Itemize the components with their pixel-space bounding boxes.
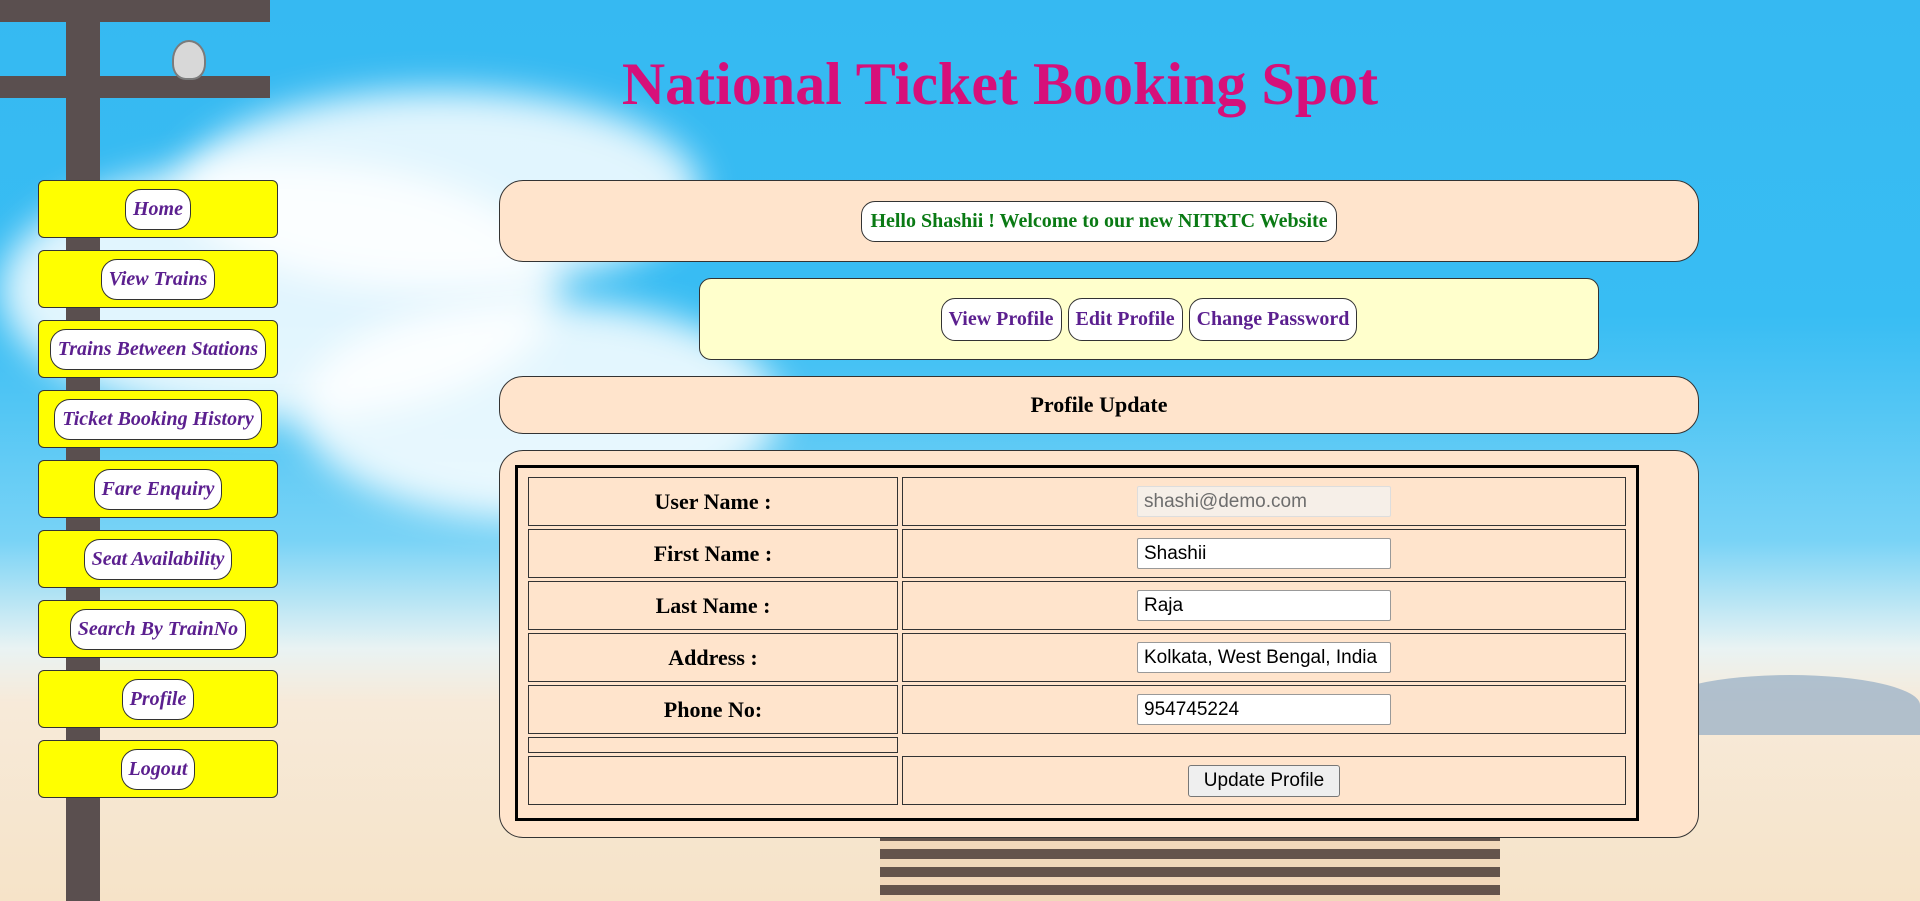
user-name-cell bbox=[902, 477, 1626, 526]
first-name-cell bbox=[902, 529, 1626, 578]
nav-link-view-trains[interactable]: View Trains bbox=[100, 258, 216, 300]
sidebar-nav: Home View Trains Trains Between Stations… bbox=[38, 180, 278, 810]
user-name-label: User Name : bbox=[528, 477, 898, 526]
section-heading: Profile Update bbox=[499, 376, 1699, 434]
profile-actions-panel: View Profile Edit Profile Change Passwor… bbox=[699, 278, 1599, 360]
site-title: National Ticket Booking Spot bbox=[621, 51, 1379, 117]
last-name-cell bbox=[902, 581, 1626, 630]
sidebar-item-view-trains: View Trains bbox=[38, 250, 278, 308]
form-row-submit: Update Profile bbox=[528, 756, 1626, 805]
first-name-field[interactable] bbox=[1137, 538, 1391, 569]
spacer-cell bbox=[528, 737, 898, 753]
address-label: Address : bbox=[528, 633, 898, 682]
last-name-field[interactable] bbox=[1137, 590, 1391, 621]
form-row-address: Address : bbox=[528, 633, 1626, 682]
telegraph-crossbar bbox=[0, 0, 270, 22]
form-row-first-name: First Name : bbox=[528, 529, 1626, 578]
nav-link-seat-availability[interactable]: Seat Availability bbox=[83, 538, 233, 580]
address-cell bbox=[902, 633, 1626, 682]
form-row-phone: Phone No: bbox=[528, 685, 1626, 734]
nav-link-trains-between-stations[interactable]: Trains Between Stations bbox=[49, 328, 267, 370]
sidebar-item-trains-between-stations: Trains Between Stations bbox=[38, 320, 278, 378]
sidebar-item-home: Home bbox=[38, 180, 278, 238]
user-name-field bbox=[1137, 486, 1391, 517]
sidebar-item-search-by-trainno: Search By TrainNo bbox=[38, 600, 278, 658]
sidebar-item-logout: Logout bbox=[38, 740, 278, 798]
profile-form-panel: User Name : First Name : Last Name : Add… bbox=[499, 450, 1699, 838]
nav-link-logout[interactable]: Logout bbox=[120, 748, 196, 790]
edit-profile-button[interactable]: Edit Profile bbox=[1067, 297, 1183, 341]
phone-cell bbox=[902, 685, 1626, 734]
nav-link-fare-enquiry[interactable]: Fare Enquiry bbox=[93, 468, 223, 510]
nav-link-search-by-trainno[interactable]: Search By TrainNo bbox=[69, 608, 247, 650]
profile-form-table: User Name : First Name : Last Name : Add… bbox=[515, 465, 1639, 821]
sidebar-item-seat-availability: Seat Availability bbox=[38, 530, 278, 588]
sidebar-item-ticket-booking-history: Ticket Booking History bbox=[38, 390, 278, 448]
background-hills bbox=[1660, 675, 1920, 735]
last-name-label: Last Name : bbox=[528, 581, 898, 630]
form-row-last-name: Last Name : bbox=[528, 581, 1626, 630]
sidebar-item-profile: Profile bbox=[38, 670, 278, 728]
empty-cell bbox=[528, 756, 898, 805]
first-name-label: First Name : bbox=[528, 529, 898, 578]
nav-link-profile[interactable]: Profile bbox=[121, 678, 195, 720]
nav-link-home[interactable]: Home bbox=[125, 188, 191, 230]
view-profile-button[interactable]: View Profile bbox=[940, 297, 1062, 341]
address-field[interactable] bbox=[1137, 642, 1391, 673]
phone-label: Phone No: bbox=[528, 685, 898, 734]
welcome-panel: Hello Shashii ! Welcome to our new NITRT… bbox=[499, 180, 1699, 262]
nav-link-ticket-booking-history[interactable]: Ticket Booking History bbox=[54, 398, 262, 440]
form-row-user-name: User Name : bbox=[528, 477, 1626, 526]
background-railway-tracks bbox=[880, 831, 1500, 901]
sidebar-item-fare-enquiry: Fare Enquiry bbox=[38, 460, 278, 518]
telegraph-crossbar bbox=[0, 76, 270, 98]
form-spacer-row bbox=[528, 737, 1626, 753]
welcome-message: Hello Shashii ! Welcome to our new NITRT… bbox=[861, 200, 1337, 242]
update-profile-button[interactable]: Update Profile bbox=[1188, 764, 1340, 797]
submit-cell: Update Profile bbox=[902, 756, 1626, 805]
phone-field[interactable] bbox=[1137, 694, 1391, 725]
change-password-button[interactable]: Change Password bbox=[1188, 297, 1358, 341]
insulator-icon bbox=[172, 40, 206, 80]
